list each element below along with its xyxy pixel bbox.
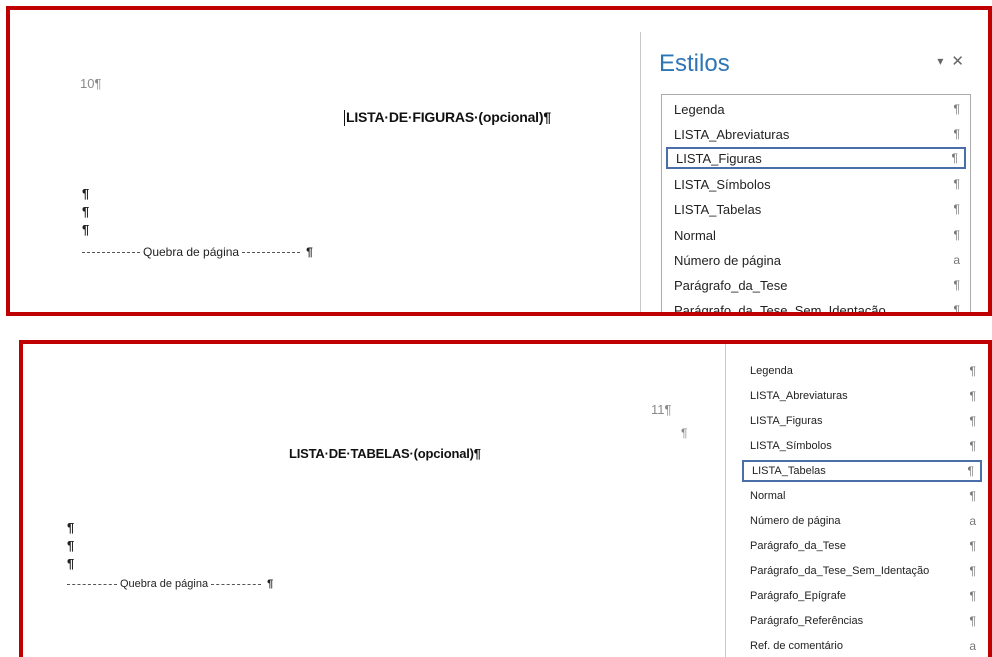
paragraph-style-icon: ¶ [969,489,976,503]
style-item-ref-de-comentario[interactable]: Ref. de comentário a [742,635,982,657]
empty-paragraph-mark: ¶ [67,556,75,571]
style-item-normal[interactable]: Normal ¶ [742,485,982,507]
empty-paragraphs[interactable]: ¶ ¶ ¶ [82,184,89,240]
paragraph-style-icon: ¶ [967,464,974,478]
paragraph-style-icon: ¶ [953,228,960,242]
page-break[interactable]: Quebra de página ¶ [82,245,313,259]
styles-list: Legenda ¶ LISTA_Abreviaturas ¶ LISTA_Figur… [661,94,971,316]
style-item-label: Legenda [674,101,725,117]
character-style-icon: a [969,514,976,528]
style-item-numero-de-pagina[interactable]: Número de página a [742,510,982,532]
paragraph-style-icon: ¶ [953,127,960,141]
style-item-lista-tabelas[interactable]: LISTA_Tabelas ¶ [742,460,982,482]
style-item-lista-simbolos[interactable]: LISTA_Símbolos ¶ [666,173,966,195]
paragraph-style-icon: ¶ [969,389,976,403]
style-item-paragrafo-da-tese[interactable]: Parágrafo_da_Tese ¶ [742,535,982,557]
style-item-lista-abreviaturas[interactable]: LISTA_Abreviaturas ¶ [666,123,966,145]
page-break-dash-left [67,583,117,585]
paragraph-style-icon: ¶ [969,364,976,378]
style-item-label: Parágrafo_da_Tese_Sem_Identação [674,302,886,316]
style-item-label: Normal [750,490,786,502]
style-item-label: Normal [674,227,716,243]
style-item-label: LISTA_Figuras [676,150,762,166]
paragraph-style-icon: ¶ [953,202,960,216]
style-item-lista-tabelas[interactable]: LISTA_Tabelas ¶ [666,198,966,220]
word-screenshot-top: 10¶ LISTA·DE·FIGURAS·(opcional)¶ ¶ ¶ ¶ Q… [6,6,992,316]
styles-pane: Estilos ▾ ✕ Legenda ¶ LISTA_Abreviaturas ¶… [640,32,986,316]
style-item-paragrafo-referencias[interactable]: Parágrafo_Referências ¶ [742,610,982,632]
style-item-label: Ref. de comentário [750,640,843,652]
heading-lista-tabelas[interactable]: LISTA·DE·TABELAS·(opcional)¶ [289,446,481,461]
paragraph-style-icon: ¶ [969,589,976,603]
page-break-dash-left [82,251,140,253]
paragraph-style-icon: ¶ [953,278,960,292]
page-break[interactable]: Quebra de página ¶ [67,578,273,590]
style-item-legenda[interactable]: Legenda ¶ [742,360,982,382]
style-item-label: Parágrafo_Referências [750,615,864,627]
paragraph-style-icon: ¶ [951,151,958,165]
style-item-paragrafo-epigrafe[interactable]: Parágrafo_Epígrafe ¶ [742,585,982,607]
paragraph-style-icon: ¶ [953,102,960,116]
empty-paragraph-mark: ¶ [82,222,90,237]
style-item-label: Legenda [750,365,793,377]
style-item-lista-abreviaturas[interactable]: LISTA_Abreviaturas ¶ [742,385,982,407]
style-item-lista-simbolos[interactable]: LISTA_Símbolos ¶ [742,435,982,457]
empty-paragraph-mark: ¶ [82,186,90,201]
character-style-icon: a [969,639,976,653]
style-item-label: LISTA_Tabelas [674,201,762,217]
page-break-dash-right [211,583,262,585]
style-item-paragrafo-da-tese[interactable]: Parágrafo_da_Tese ¶ [666,274,966,296]
style-item-legenda[interactable]: Legenda ¶ [666,98,966,120]
paragraph-style-icon: ¶ [969,539,976,553]
empty-paragraph-mark: ¶ [67,538,75,553]
paragraph-style-icon: ¶ [969,439,976,453]
heading-text: LISTA·DE·FIGURAS·(opcional)¶ [346,109,551,125]
style-item-label: LISTA_Símbolos [674,176,771,192]
style-item-label: Parágrafo_Epígrafe [750,590,847,602]
styles-pane-title: Estilos [659,50,730,77]
styles-pane: Legenda ¶ LISTA_Abreviaturas ¶ LISTA_Figur… [725,344,988,657]
page-number-paragraph-mark: ¶ [681,426,688,440]
empty-paragraphs[interactable]: ¶ ¶ ¶ [67,518,74,574]
empty-paragraph-mark: ¶ [67,520,75,535]
close-icon[interactable]: ✕ [951,52,964,70]
styles-list: Legenda ¶ LISTA_Abreviaturas ¶ LISTA_Figur… [738,350,986,657]
page-break-dash-right [242,251,301,253]
style-item-normal[interactable]: Normal ¶ [666,224,966,246]
page-break-mark: ¶ [267,578,274,590]
page-break-label: Quebra de página [143,245,240,259]
word-screenshot-bottom: 11¶ ¶ LISTA·DE·TABELAS·(opcional)¶ ¶ ¶ ¶… [19,340,992,657]
style-item-label: Número de página [674,252,781,268]
style-item-lista-figuras[interactable]: LISTA_Figuras ¶ [742,410,982,432]
paragraph-style-icon: ¶ [953,303,960,316]
style-item-label: LISTA_Abreviaturas [674,126,790,142]
page-break-mark: ¶ [306,245,313,259]
style-item-label: LISTA_Figuras [750,415,823,427]
paragraph-style-icon: ¶ [969,564,976,578]
style-item-label: LISTA_Abreviaturas [750,390,848,402]
paragraph-style-icon: ¶ [953,177,960,191]
paragraph-style-icon: ¶ [969,614,976,628]
text-cursor [344,110,345,127]
page-number: 11¶ [651,402,672,417]
style-item-label: Parágrafo_da_Tese_Sem_Identação [750,565,930,577]
style-item-label: Parágrafo_da_Tese [750,540,847,552]
style-item-paragrafo-da-tese-sem-identacao[interactable]: Parágrafo_da_Tese_Sem_Identação ¶ [666,299,966,316]
style-item-label: LISTA_Tabelas [752,465,826,477]
paragraph-style-icon: ¶ [969,414,976,428]
empty-paragraph-mark: ¶ [82,204,90,219]
style-item-lista-figuras[interactable]: LISTA_Figuras ¶ [666,147,966,169]
style-item-numero-de-pagina[interactable]: Número de página a [666,249,966,271]
style-item-paragrafo-da-tese-sem-identacao[interactable]: Parágrafo_da_Tese_Sem_Identação ¶ [742,560,982,582]
style-item-label: Número de página [750,515,841,527]
heading-lista-figuras[interactable]: LISTA·DE·FIGURAS·(opcional)¶ [344,109,551,127]
character-style-icon: a [953,253,960,267]
pane-options-dropdown-icon[interactable]: ▾ [937,54,943,68]
page-number: 10¶ [80,76,102,91]
style-item-label: LISTA_Símbolos [750,440,832,452]
style-item-label: Parágrafo_da_Tese [674,277,788,293]
page-break-label: Quebra de página [120,578,209,590]
